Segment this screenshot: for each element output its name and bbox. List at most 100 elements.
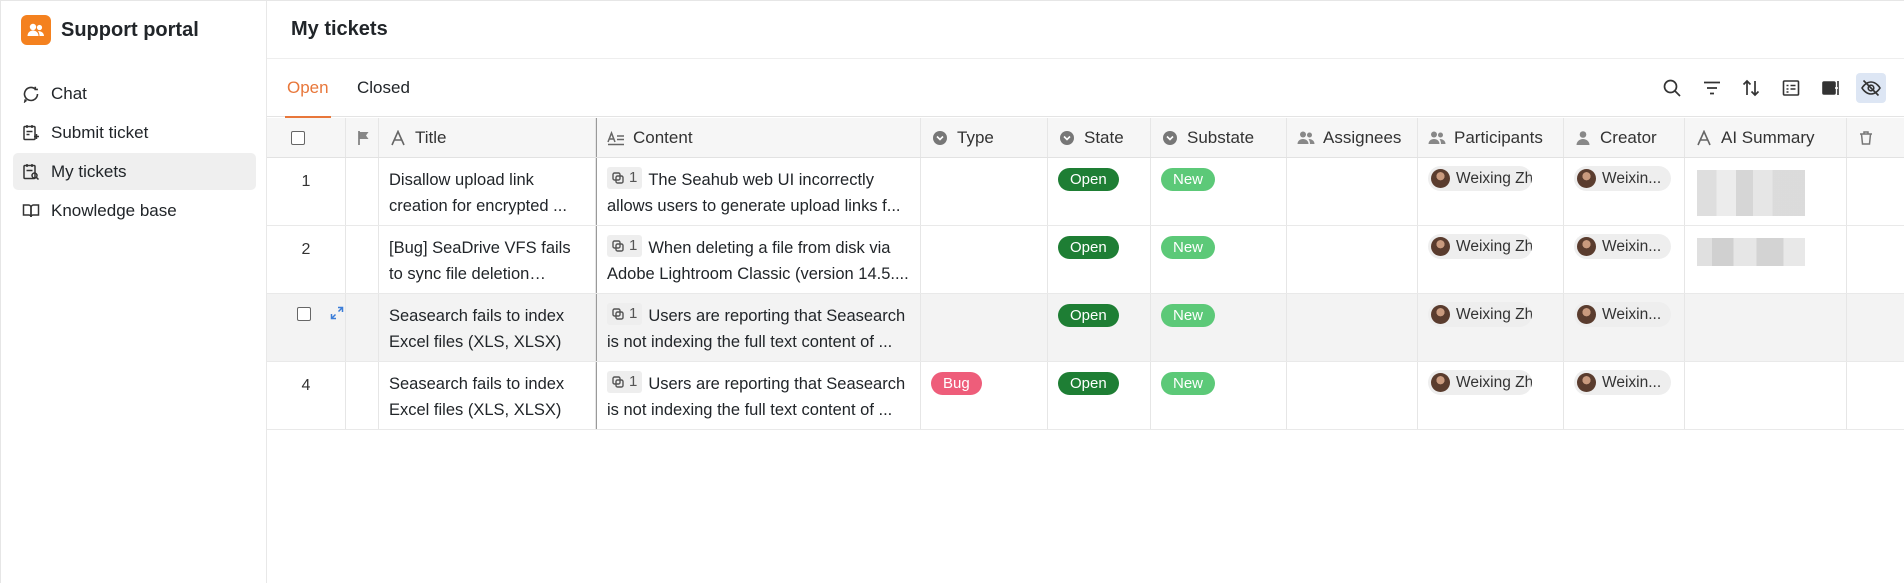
creator-cell[interactable]: Weixin... — [1564, 226, 1685, 293]
link-count: 1 — [629, 237, 638, 254]
assignees-cell[interactable] — [1287, 226, 1418, 293]
title-cell[interactable]: Seasearch fails to index Excel files (XL… — [379, 362, 596, 429]
single-select-icon — [1058, 129, 1076, 147]
long-text-icon — [607, 129, 625, 147]
sidebar-item-submit-ticket[interactable]: Submit ticket — [13, 114, 256, 151]
column-header-type[interactable]: Type — [921, 118, 1048, 157]
flag-cell[interactable] — [346, 226, 379, 293]
blurred-summary — [1697, 170, 1805, 216]
expand-row-icon[interactable] — [330, 305, 344, 325]
table-row[interactable]: Seasearch fails to index Excel files (XL… — [267, 294, 1904, 362]
title-cell[interactable]: [Bug] SeaDrive VFS fails to sync file de… — [379, 226, 596, 293]
table-row[interactable]: 2 [Bug] SeaDrive VFS fails to sync file … — [267, 226, 1904, 294]
creator-cell[interactable]: Weixin... — [1564, 362, 1685, 429]
tab-open[interactable]: Open — [285, 59, 331, 118]
ai-summary-cell[interactable] — [1685, 158, 1847, 225]
title-cell[interactable]: Disallow upload link creation for encryp… — [379, 158, 596, 225]
tickets-icon — [21, 162, 41, 182]
flag-column-header[interactable] — [346, 118, 379, 157]
content-cell[interactable]: 1 The Seahub web UI incorrectly allows us… — [596, 158, 921, 225]
type-cell[interactable] — [921, 158, 1048, 225]
state-cell[interactable]: Open — [1048, 158, 1151, 225]
creator-name: Weixin... — [1602, 373, 1662, 391]
flag-cell[interactable] — [346, 158, 379, 225]
avatar — [1577, 237, 1596, 256]
table-row[interactable]: 4 Seasearch fails to index Excel files (… — [267, 362, 1904, 430]
flag-cell[interactable] — [346, 294, 379, 361]
creator-cell[interactable]: Weixin... — [1564, 158, 1685, 225]
participants-cell[interactable]: Weixing Zh... — [1418, 294, 1564, 361]
participants-cell[interactable]: Weixing Zh... — [1418, 158, 1564, 225]
sidebar-item-label: Chat — [51, 83, 87, 103]
column-header-label: Content — [633, 127, 693, 147]
column-header-title[interactable]: Title — [379, 118, 596, 157]
tab-closed[interactable]: Closed — [357, 59, 410, 117]
group-icon[interactable] — [1776, 73, 1806, 103]
state-cell[interactable]: Open — [1048, 294, 1151, 361]
sort-icon[interactable] — [1736, 73, 1766, 103]
link-count-badge: 1 — [607, 303, 643, 325]
type-cell[interactable] — [921, 226, 1048, 293]
column-header-creator[interactable]: Creator — [1564, 118, 1685, 157]
search-icon[interactable] — [1657, 73, 1687, 103]
sidebar-item-chat[interactable]: Chat — [13, 75, 256, 112]
state-cell[interactable]: Open — [1048, 226, 1151, 293]
sidebar-item-label: Knowledge base — [51, 200, 177, 220]
link-count: 1 — [629, 373, 638, 390]
assignees-cell[interactable] — [1287, 158, 1418, 225]
flag-cell[interactable] — [346, 362, 379, 429]
row-checkbox[interactable] — [297, 307, 311, 321]
substate-cell[interactable]: New — [1151, 294, 1287, 361]
substate-cell[interactable]: New — [1151, 362, 1287, 429]
assignees-cell[interactable] — [1287, 362, 1418, 429]
state-cell[interactable]: Open — [1048, 362, 1151, 429]
tickets-table: Title Content Type State Substate Assign… — [267, 118, 1904, 430]
participants-cell[interactable]: Weixing Zh... — [1418, 226, 1564, 293]
type-cell[interactable] — [921, 294, 1048, 361]
sidebar-item-my-tickets[interactable]: My tickets — [13, 153, 256, 190]
type-cell[interactable]: Bug — [921, 362, 1048, 429]
app-title: Support portal — [61, 18, 199, 41]
ticket-title: Seasearch fails to index Excel files (XL… — [389, 375, 565, 419]
ai-summary-cell[interactable] — [1685, 362, 1847, 429]
column-header-ai-summary[interactable]: AI Summary — [1685, 118, 1847, 157]
column-header-label: Substate — [1187, 127, 1255, 147]
submit-ticket-icon — [21, 123, 41, 143]
participant-name: Weixing Zh... — [1456, 373, 1532, 391]
column-header-next[interactable] — [1847, 118, 1904, 157]
assignees-cell[interactable] — [1287, 294, 1418, 361]
column-header-assignees[interactable]: Assignees — [1287, 118, 1418, 157]
column-header-content[interactable]: Content — [596, 118, 921, 157]
row-height-icon[interactable] — [1816, 73, 1846, 103]
column-header-state[interactable]: State — [1048, 118, 1151, 157]
table-row[interactable]: 1 Disallow upload link creation for encr… — [267, 158, 1904, 226]
state-badge: Open — [1058, 372, 1119, 395]
content-cell[interactable]: 1 Users are reporting that Seasearch is n… — [596, 294, 921, 361]
column-header-substate[interactable]: Substate — [1151, 118, 1287, 157]
substate-cell[interactable]: New — [1151, 158, 1287, 225]
creator-cell[interactable]: Weixin... — [1564, 294, 1685, 361]
title-cell[interactable]: Seasearch fails to index Excel files (XL… — [379, 294, 596, 361]
row-number: 2 — [267, 226, 346, 293]
ticket-title: Seasearch fails to index Excel files (XL… — [389, 307, 565, 351]
content-cell[interactable]: 1 Users are reporting that Seasearch is n… — [596, 362, 921, 429]
substate-cell[interactable]: New — [1151, 226, 1287, 293]
participants-cell[interactable]: Weixing Zh... — [1418, 362, 1564, 429]
select-all-checkbox[interactable] — [291, 130, 305, 145]
column-header-label: Assignees — [1323, 127, 1402, 147]
sidebar-item-knowledge-base[interactable]: Knowledge base — [13, 192, 256, 229]
link-count: 1 — [629, 169, 638, 186]
row-number: 4 — [267, 362, 346, 429]
column-header-participants[interactable]: Participants — [1418, 118, 1564, 157]
ai-summary-cell[interactable] — [1685, 294, 1847, 361]
participant-chip: Weixing Zh... — [1428, 370, 1532, 395]
hide-columns-icon[interactable] — [1856, 73, 1886, 103]
substate-badge: New — [1161, 304, 1216, 327]
avatar — [1577, 373, 1596, 392]
filter-icon[interactable] — [1697, 73, 1727, 103]
sidebar-item-label: My tickets — [51, 161, 127, 181]
extra-cell — [1847, 158, 1904, 225]
book-icon — [21, 201, 41, 221]
ai-summary-cell[interactable] — [1685, 226, 1847, 293]
content-cell[interactable]: 1 When deleting a file from disk via Adob… — [596, 226, 921, 293]
